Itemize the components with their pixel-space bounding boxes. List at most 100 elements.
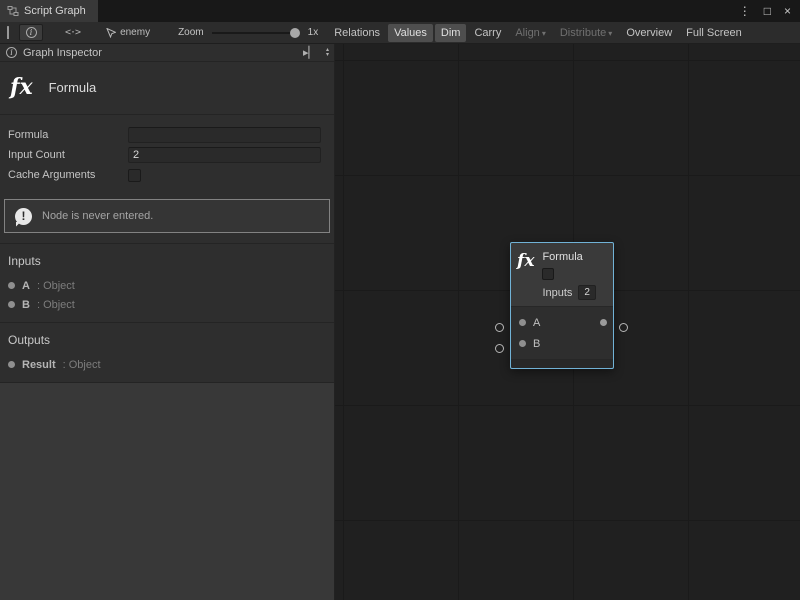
unit-title-section: fx Formula (0, 62, 334, 115)
port-dot-icon (8, 301, 15, 308)
menu-icon[interactable]: ⋮ (739, 4, 751, 18)
input-name: A (22, 280, 30, 292)
formula-node-footer (511, 359, 613, 368)
pane-scroll-icon[interactable]: ▴ ▾ (326, 48, 329, 58)
node-inputs-row: Inputs 2 (542, 285, 596, 300)
outputs-header: Outputs (0, 329, 334, 355)
formula-node[interactable]: fx Formula Inputs 2 A B (510, 242, 614, 369)
lock-shackle (7, 26, 9, 39)
formula-node-ports: A B (511, 306, 613, 359)
output-port-icon[interactable] (600, 319, 607, 326)
graph-target[interactable]: enemy (106, 27, 150, 38)
node-port-b[interactable]: B (511, 333, 613, 354)
connection-target-circle-b[interactable] (495, 344, 504, 353)
input-type: : Object (37, 299, 75, 311)
align-label: Align (515, 27, 539, 39)
zoom-label: Zoom (178, 27, 204, 38)
input-count-field-row: Input Count (0, 145, 334, 165)
full-screen-label: Full Screen (686, 27, 742, 39)
connection-target-circle-a[interactable] (495, 323, 504, 332)
warning-text: Node is never entered. (42, 210, 153, 222)
fx-icon: fx (10, 74, 33, 100)
inspector-header: i Graph Inspector ▸▏ ▴ ▾ (0, 44, 334, 62)
node-inputs-label: Inputs (542, 287, 572, 299)
relations-label: Relations (334, 27, 380, 39)
overview-label: Overview (626, 27, 672, 39)
maximize-icon[interactable]: □ (764, 4, 771, 18)
relations-button[interactable]: Relations (328, 24, 386, 42)
pointer-icon (106, 28, 116, 38)
distribute-dropdown[interactable]: Distribute▾ (554, 24, 618, 42)
distribute-label: Distribute (560, 27, 606, 39)
output-type: : Object (63, 359, 101, 371)
dock-icon[interactable]: ▸▏ (303, 46, 317, 59)
target-name: enemy (120, 27, 150, 38)
fx-icon: fx (517, 253, 534, 300)
zoom-slider-knob[interactable] (290, 28, 300, 38)
formula-node-header: fx Formula Inputs 2 (511, 243, 613, 306)
input-count-input[interactable] (128, 147, 321, 163)
script-graph-icon (7, 5, 19, 17)
carry-button[interactable]: Carry (468, 24, 507, 42)
graph-toolbar: i <·> enemy Zoom 1x Relations Values Dim… (0, 22, 800, 44)
cache-arguments-field-label: Cache Arguments (8, 169, 128, 181)
inspector-header-icons: ▸▏ ▴ ▾ (303, 46, 329, 59)
formula-input[interactable] (128, 127, 321, 143)
zoom-value: 1x (308, 27, 319, 38)
node-title: Formula (542, 251, 582, 263)
node-formula-checkbox[interactable] (542, 268, 554, 280)
scroll-down-icon: ▾ (326, 53, 329, 58)
inputs-header: Inputs (0, 250, 334, 276)
unit-title: Formula (49, 80, 97, 95)
info-icon: i (6, 47, 17, 58)
align-dropdown[interactable]: Align▾ (509, 24, 551, 42)
titlebar: Script Graph ⋮ □ × (0, 0, 800, 22)
warning-icon: ! (15, 208, 32, 225)
connection-target-circle-out[interactable] (619, 323, 628, 332)
graph-canvas[interactable]: fx Formula Inputs 2 A B (335, 44, 800, 600)
input-count-field-label: Input Count (8, 149, 128, 161)
overview-button[interactable]: Overview (620, 24, 678, 42)
input-type: : Object (37, 280, 75, 292)
port-dot-icon (8, 282, 15, 289)
cache-arguments-checkbox[interactable] (128, 169, 141, 182)
formula-field-label: Formula (8, 129, 128, 141)
outputs-section: Outputs Result : Object (0, 323, 334, 383)
chevron-down-icon: ▾ (608, 29, 612, 38)
info-icon: i (26, 27, 37, 38)
inspector-title: Graph Inspector (23, 47, 102, 59)
formula-node-header-right: Formula Inputs 2 (542, 251, 596, 300)
code-icon[interactable]: <·> (65, 27, 80, 38)
window-controls: ⋮ □ × (739, 0, 800, 22)
node-port-a[interactable]: A (511, 312, 613, 333)
full-screen-button[interactable]: Full Screen (680, 24, 748, 42)
output-row-result: Result : Object (0, 355, 334, 374)
node-port-label: A (533, 317, 540, 329)
node-input-count-field[interactable]: 2 (578, 285, 596, 300)
input-port-icon[interactable] (519, 319, 526, 326)
dim-button[interactable]: Dim (435, 24, 467, 42)
port-dot-icon (8, 361, 15, 368)
tab-label: Script Graph (24, 5, 86, 17)
zoom-slider[interactable] (212, 32, 300, 34)
values-button[interactable]: Values (388, 24, 433, 42)
output-name: Result (22, 359, 56, 371)
chevron-down-icon: ▾ (542, 29, 546, 38)
input-name: B (22, 299, 30, 311)
inputs-section: Inputs A : Object B : Object (0, 244, 334, 323)
graph-inspector-panel: i Graph Inspector ▸▏ ▴ ▾ fx Formula Form… (0, 44, 335, 600)
info-button[interactable]: i (19, 24, 43, 41)
tab-script-graph[interactable]: Script Graph (0, 0, 98, 22)
lock-icon[interactable] (7, 27, 9, 39)
input-port-icon[interactable] (519, 340, 526, 347)
dim-label: Dim (441, 27, 461, 39)
input-row-a: A : Object (0, 276, 334, 295)
close-icon[interactable]: × (784, 4, 791, 18)
carry-label: Carry (474, 27, 501, 39)
unit-fields-section: Formula Input Count Cache Arguments (0, 115, 334, 193)
warning-section: ! Node is never entered. (0, 193, 334, 244)
formula-field-row: Formula (0, 125, 334, 145)
cache-arguments-field-row: Cache Arguments (0, 165, 334, 185)
values-label: Values (394, 27, 427, 39)
unity-script-graph-window: Script Graph ⋮ □ × i <·> enemy Zoom 1x (0, 0, 800, 600)
